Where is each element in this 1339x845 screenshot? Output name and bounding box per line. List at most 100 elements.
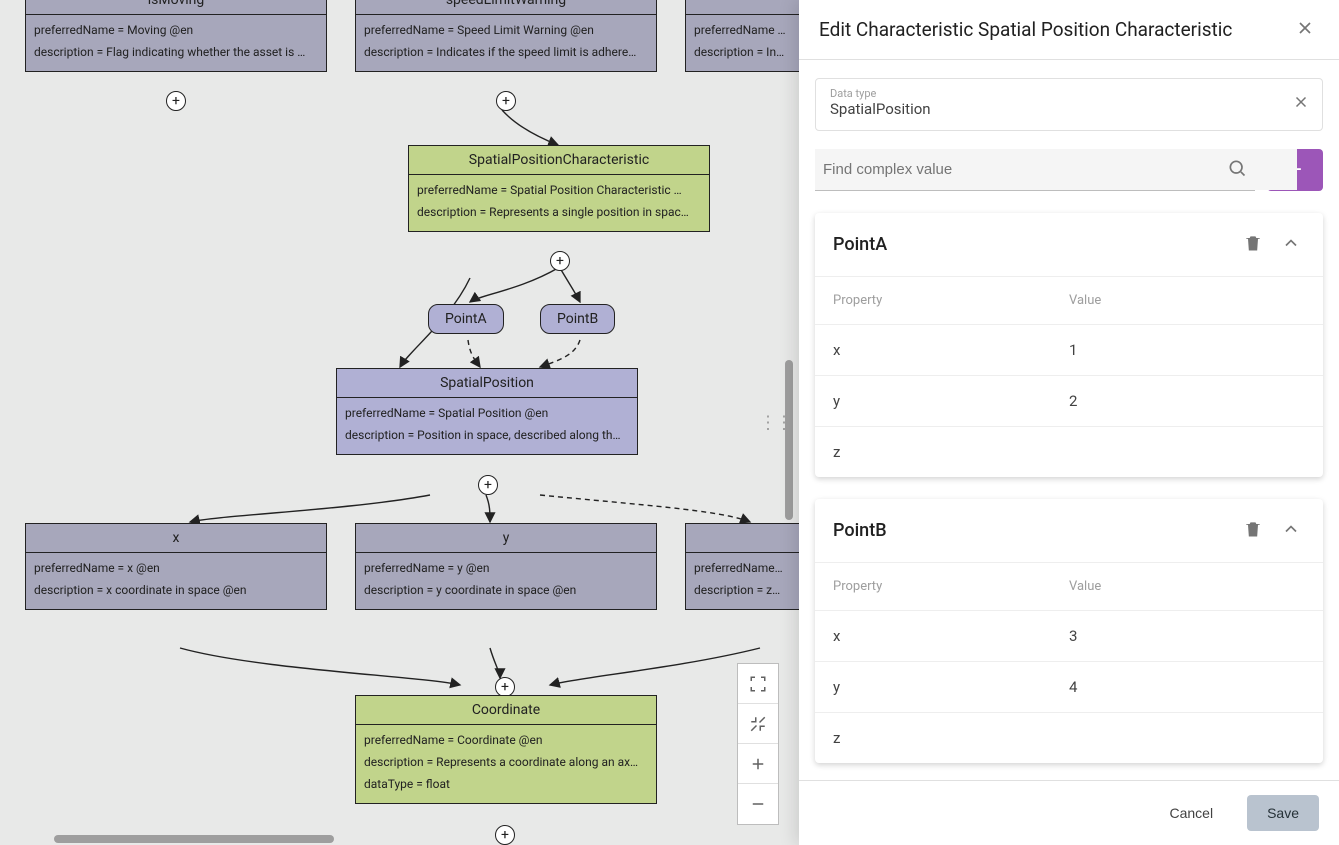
- add-child-icon[interactable]: [550, 251, 570, 271]
- node-description: description = Indicates if the speed lim…: [364, 41, 648, 63]
- chevron-up-icon: [1281, 519, 1301, 539]
- node-data-type: dataType = float: [364, 773, 648, 795]
- property-cell: y: [833, 678, 1069, 696]
- node-is-moving[interactable]: isMoving preferredName = Moving @en desc…: [25, 0, 327, 72]
- canvas-vertical-scrollbar[interactable]: [785, 360, 793, 520]
- property-header: Property: [833, 293, 1069, 308]
- value-cell: 1: [1069, 341, 1305, 359]
- node-spatial-position-characteristic[interactable]: SpatialPositionCharacteristic preferredN…: [408, 145, 710, 232]
- cancel-button[interactable]: Cancel: [1149, 795, 1233, 831]
- node-description: description = Represents a single positi…: [417, 201, 701, 223]
- table-row[interactable]: z: [815, 427, 1323, 477]
- data-type-value: SpatialPosition: [830, 100, 1308, 118]
- property-cell: x: [833, 341, 1069, 359]
- node-preferred-name: preferredName = Moving @en: [34, 19, 318, 41]
- add-child-icon[interactable]: [478, 475, 498, 495]
- node-z[interactable]: preferredName… description = z…: [685, 523, 807, 610]
- node-y[interactable]: y preferredName = y @en description = y …: [355, 523, 657, 610]
- node-description: description = z…: [694, 579, 798, 601]
- node-title: isMoving: [26, 0, 326, 15]
- node-preferred-name: preferredName = y @en: [364, 557, 648, 579]
- value-cell: 4: [1069, 678, 1305, 696]
- save-button[interactable]: Save: [1247, 795, 1319, 831]
- node-spatial-position[interactable]: SpatialPosition preferredName = Spatial …: [336, 368, 638, 455]
- node-coordinate[interactable]: Coordinate preferredName = Coordinate @e…: [355, 695, 657, 804]
- property-cell: x: [833, 627, 1069, 645]
- panel-title: Edit Characteristic Spatial Position Cha…: [819, 18, 1232, 41]
- table-row[interactable]: x3: [815, 611, 1323, 662]
- value-header: Value: [1069, 579, 1305, 594]
- add-child-icon[interactable]: [495, 825, 515, 845]
- node-x[interactable]: x preferredName = x @en description = x …: [25, 523, 327, 610]
- fit-screen-icon: [749, 675, 767, 693]
- node-preferred-name: preferredName = Spatial Position @en: [345, 402, 629, 424]
- node-point-a[interactable]: PointA: [428, 304, 504, 334]
- pill-label: PointA: [445, 311, 487, 327]
- point-title: PointA: [833, 234, 1229, 255]
- close-icon: [1292, 93, 1310, 111]
- table-row[interactable]: y4: [815, 662, 1323, 713]
- point-title: PointB: [833, 520, 1229, 541]
- node-description: description = y coordinate in space @en: [364, 579, 648, 601]
- value-header: Value: [1069, 293, 1305, 308]
- node-speed-limit-warning[interactable]: speedLimitWarning preferredName = Speed …: [355, 0, 657, 72]
- delete-point-button[interactable]: [1239, 515, 1267, 546]
- node-description: description = x coordinate in space @en: [34, 579, 318, 601]
- node-preferred-name: preferredName = Coordinate @en: [364, 729, 648, 751]
- node-title: speedLimitWarning: [356, 0, 656, 15]
- edit-panel: Edit Characteristic Spatial Position Cha…: [799, 0, 1339, 845]
- value-cell: 3: [1069, 627, 1305, 645]
- table-row[interactable]: x1: [815, 325, 1323, 376]
- value-cell: [1069, 443, 1305, 461]
- canvas-horizontal-scrollbar[interactable]: [54, 835, 334, 843]
- pill-label: PointB: [557, 311, 598, 327]
- minus-icon: [749, 795, 767, 813]
- node-title: SpatialPositionCharacteristic: [409, 146, 709, 175]
- node-preferred-name: preferredName…: [694, 557, 798, 579]
- node-preferred-name: preferredName = Spatial Position Charact…: [417, 179, 701, 201]
- search-input[interactable]: [815, 149, 1297, 190]
- node-preferred-name: preferredName …: [694, 19, 798, 41]
- node-title: [686, 524, 806, 553]
- property-cell: z: [833, 729, 1069, 747]
- table-row[interactable]: y2: [815, 376, 1323, 427]
- search-icon: [1227, 158, 1247, 182]
- node-preferred-name: preferredName = x @en: [34, 557, 318, 579]
- property-cell: z: [833, 443, 1069, 461]
- trash-icon: [1243, 233, 1263, 253]
- search-wrapper: [815, 149, 1255, 191]
- add-child-icon[interactable]: [495, 677, 515, 697]
- property-header: Property: [833, 579, 1069, 594]
- close-panel-button[interactable]: [1291, 14, 1319, 45]
- node-description: description = Flag indicating whether th…: [34, 41, 318, 63]
- node-title: [686, 0, 806, 15]
- collapse-point-button[interactable]: [1277, 515, 1305, 546]
- data-type-label: Data type: [830, 87, 1308, 100]
- fit-screen-button[interactable]: [738, 664, 778, 704]
- collapse-point-button[interactable]: [1277, 229, 1305, 260]
- actual-size-button[interactable]: [738, 704, 778, 744]
- node-third-top[interactable]: preferredName … description = In…: [685, 0, 807, 72]
- trash-icon: [1243, 519, 1263, 539]
- add-child-icon[interactable]: [166, 91, 186, 111]
- add-child-icon[interactable]: [496, 91, 516, 111]
- node-preferred-name: preferredName = Speed Limit Warning @en: [364, 19, 648, 41]
- zoom-out-button[interactable]: [738, 784, 778, 824]
- property-cell: y: [833, 392, 1069, 410]
- delete-point-button[interactable]: [1239, 229, 1267, 260]
- node-description: description = In…: [694, 41, 798, 63]
- node-description: description = Represents a coordinate al…: [364, 751, 648, 773]
- chevron-up-icon: [1281, 233, 1301, 253]
- data-type-card: Data type SpatialPosition: [815, 78, 1323, 131]
- clear-data-type-button[interactable]: [1288, 89, 1314, 118]
- value-cell: [1069, 729, 1305, 747]
- plus-icon: [749, 755, 767, 773]
- node-point-b[interactable]: PointB: [540, 304, 615, 334]
- table-row[interactable]: z: [815, 713, 1323, 763]
- collapse-icon: [749, 715, 767, 733]
- value-cell: 2: [1069, 392, 1305, 410]
- node-description: description = Position in space, describ…: [345, 424, 629, 446]
- panel-resize-handle[interactable]: ⋮⋮: [759, 412, 791, 433]
- node-title: Coordinate: [356, 696, 656, 725]
- zoom-in-button[interactable]: [738, 744, 778, 784]
